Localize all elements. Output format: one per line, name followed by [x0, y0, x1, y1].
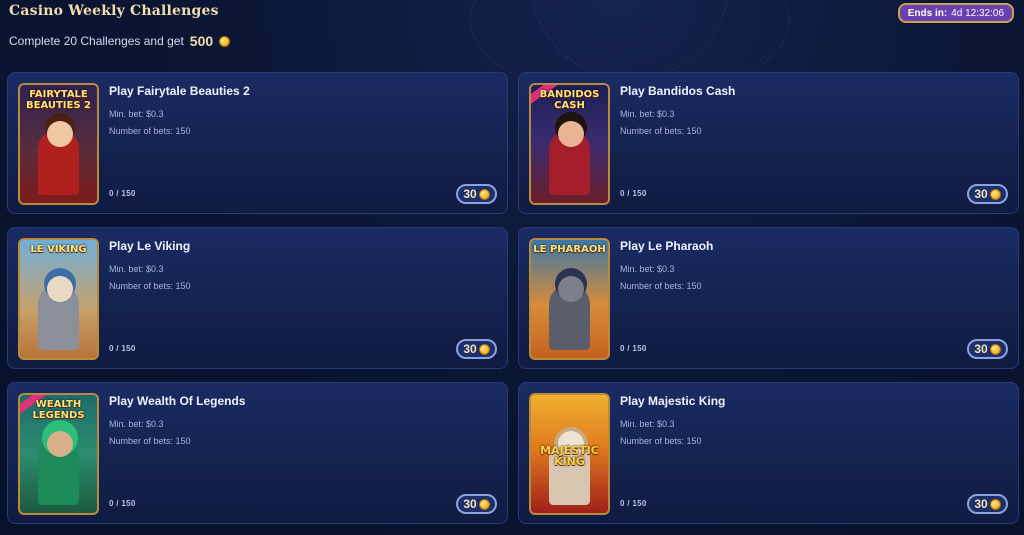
min-bet: Min. bet: $0.3 [620, 419, 675, 429]
challenge-card[interactable]: BANDIDOS CASH Play Bandidos Cash Min. be… [518, 72, 1019, 214]
reward-badge: 30 [967, 494, 1008, 514]
number-of-bets: Number of bets: 150 [109, 436, 191, 446]
game-thumbnail[interactable]: WEALTH LEGENDS [18, 393, 99, 515]
coin-icon [219, 35, 231, 47]
summary-text: Complete 20 Challenges and get [9, 34, 184, 48]
game-thumbnail[interactable]: BANDIDOS CASH [529, 83, 610, 205]
challenge-progress: 0 / 150 [620, 189, 647, 198]
game-logo: WEALTH LEGENDS [32, 399, 85, 421]
reward-badge: 30 [456, 494, 497, 514]
game-logo: BANDIDOS CASH [539, 89, 600, 111]
game-art [47, 431, 73, 457]
game-art [47, 121, 73, 147]
reward-badge: 30 [456, 184, 497, 204]
coin-icon [478, 188, 490, 200]
coin-icon [478, 343, 490, 355]
reward-value: 30 [463, 187, 477, 201]
reward-value: 30 [463, 342, 477, 356]
challenge-card[interactable]: LE PHARAOH Play Le Pharaoh Min. bet: $0.… [518, 227, 1019, 369]
min-bet: Min. bet: $0.3 [109, 419, 164, 429]
game-art [47, 276, 73, 302]
min-bet: Min. bet: $0.3 [620, 264, 675, 274]
challenge-title: Play Bandidos Cash [620, 84, 736, 98]
coin-icon [989, 343, 1001, 355]
reward-badge: 30 [967, 184, 1008, 204]
total-reward: 500 [189, 33, 214, 49]
coin-icon [989, 188, 1001, 200]
game-logo: FAIRYTALE BEAUTIES 2 [25, 89, 92, 111]
challenge-progress: 0 / 150 [109, 499, 136, 508]
reward-value: 30 [463, 497, 477, 511]
game-thumbnail[interactable]: LE PHARAOH [529, 238, 610, 360]
game-logo: LE PHARAOH [533, 244, 606, 255]
reward-badge: 30 [456, 339, 497, 359]
challenge-grid: FAIRYTALE BEAUTIES 2 Play Fairytale Beau… [7, 72, 1019, 524]
game-thumbnail[interactable]: FAIRYTALE BEAUTIES 2 [18, 83, 99, 205]
number-of-bets: Number of bets: 150 [620, 281, 702, 291]
challenges-page: Casino Weekly Challenges Complete 20 Cha… [0, 0, 1024, 535]
challenge-card[interactable]: LE VIKING Play Le Viking Min. bet: $0.3 … [7, 227, 508, 369]
game-thumbnail[interactable]: LE VIKING [18, 238, 99, 360]
challenge-title: Play Le Viking [109, 239, 191, 253]
reward-badge: 30 [967, 339, 1008, 359]
number-of-bets: Number of bets: 150 [620, 126, 702, 136]
min-bet: Min. bet: $0.3 [109, 264, 164, 274]
challenge-progress: 0 / 150 [109, 189, 136, 198]
reward-value: 30 [974, 497, 988, 511]
countdown-value: 4d 12:32:06 [951, 7, 1004, 19]
reward-value: 30 [974, 187, 988, 201]
game-thumbnail[interactable]: MAJESTIC KING [529, 393, 610, 515]
number-of-bets: Number of bets: 150 [620, 436, 702, 446]
challenge-progress: 0 / 150 [109, 344, 136, 353]
reward-value: 30 [974, 342, 988, 356]
challenge-title: Play Majestic King [620, 394, 726, 408]
challenge-progress: 0 / 150 [620, 344, 647, 353]
coin-icon [478, 498, 490, 510]
challenge-summary: Complete 20 Challenges and get 500 [9, 33, 231, 49]
coin-icon [989, 498, 1001, 510]
challenge-card[interactable]: WEALTH LEGENDS Play Wealth Of Legends Mi… [7, 382, 508, 524]
min-bet: Min. bet: $0.3 [620, 109, 675, 119]
game-logo: MAJESTIC KING [540, 444, 599, 468]
countdown-label: Ends in: [907, 7, 948, 19]
min-bet: Min. bet: $0.3 [109, 109, 164, 119]
challenge-card[interactable]: FAIRYTALE BEAUTIES 2 Play Fairytale Beau… [7, 72, 508, 214]
challenge-title: Play Le Pharaoh [620, 239, 714, 253]
number-of-bets: Number of bets: 150 [109, 281, 191, 291]
countdown-badge: Ends in: 4d 12:32:06 [897, 3, 1014, 23]
game-logo: LE VIKING [30, 244, 87, 255]
challenge-title: Play Wealth Of Legends [109, 394, 246, 408]
number-of-bets: Number of bets: 150 [109, 126, 191, 136]
page-title: Casino Weekly Challenges [9, 3, 219, 19]
game-art [558, 276, 584, 302]
challenge-card[interactable]: MAJESTIC KING Play Majestic King Min. be… [518, 382, 1019, 524]
challenge-title: Play Fairytale Beauties 2 [109, 84, 250, 98]
challenge-progress: 0 / 150 [620, 499, 647, 508]
game-art [558, 121, 584, 147]
